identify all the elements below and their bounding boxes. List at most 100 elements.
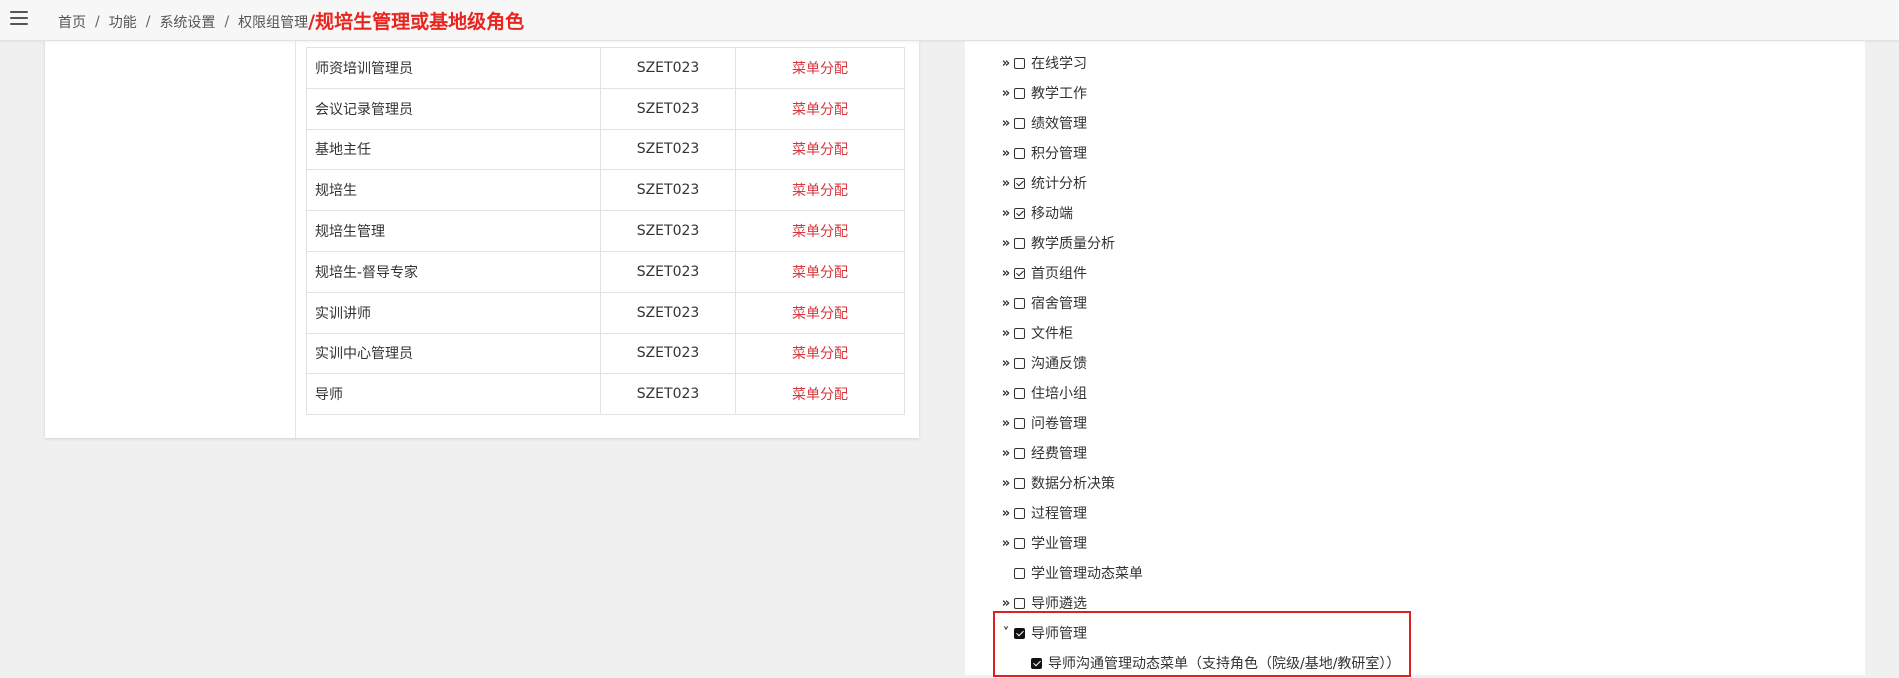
role-code: SZET023 [600,87,736,130]
role-action-cell: 菜单分配 [735,87,905,130]
breadcrumb-separator: / [145,13,151,30]
highlight-box [993,611,1411,677]
expand-right-icon[interactable]: » [1000,446,1012,461]
tree-node-label[interactable]: 导师遴选 [1031,593,1087,613]
tree-node-label[interactable]: 在线学习 [1031,53,1087,73]
expand-right-icon[interactable]: » [1000,296,1012,311]
expand-right-icon[interactable]: » [1000,326,1012,341]
table-row: 实训中心管理员 SZET023 菜单分配 [306,332,905,375]
role-action-cell: 菜单分配 [735,373,905,416]
tree-node-label[interactable]: 学业管理 [1031,533,1087,553]
expand-right-icon[interactable]: » [1000,236,1012,251]
expand-right-icon[interactable]: » [1000,506,1012,521]
tree-node-checkbox[interactable] [1014,507,1025,519]
tree-node-label[interactable]: 住培小组 [1031,383,1087,403]
tree-node-label[interactable]: 教学工作 [1031,83,1087,103]
expand-right-icon[interactable]: » [1000,56,1012,71]
breadcrumb-separator: / [95,13,100,30]
tree-node-label[interactable]: 宿舍管理 [1031,293,1087,313]
table-row: 会议记录管理员 SZET023 菜单分配 [306,87,905,130]
menu-assign-link[interactable]: 菜单分配 [792,142,848,158]
role-name: 规培生-督导专家 [306,250,601,293]
tree-node-label[interactable]: 首页组件 [1031,263,1087,283]
tree-node-checkbox[interactable] [1014,147,1025,159]
tree-node-checkbox[interactable] [1014,207,1025,219]
table-row: 导师 SZET023 菜单分配 [306,373,905,416]
tree-node: » 首页组件 [1000,258,1400,288]
breadcrumb-permission-group[interactable]: 权限组管理 [238,12,308,32]
tree-node-checkbox[interactable] [1014,537,1025,549]
role-action-cell: 菜单分配 [735,128,905,171]
tree-node-checkbox[interactable] [1014,177,1025,189]
expand-right-icon[interactable]: » [1000,356,1012,371]
tree-node-checkbox[interactable] [1014,597,1025,609]
tree-node-checkbox[interactable] [1014,297,1025,309]
tree-node-label[interactable]: 绩效管理 [1031,113,1087,133]
tree-node-checkbox[interactable] [1014,57,1025,69]
tree-node: » 学业管理 [1000,528,1400,558]
tree-node-label[interactable]: 数据分析决策 [1031,473,1115,493]
tree-node: » 宿舍管理 [1000,288,1400,318]
tree-node-label[interactable]: 学业管理动态菜单 [1031,563,1143,583]
breadcrumb: 首页 / 功能 / 系统设置 / 权限组管理 /规培生管理或基地级角色 [58,8,524,35]
expand-right-icon[interactable]: » [1000,116,1012,131]
tree-node-checkbox[interactable] [1014,447,1025,459]
tree-node-checkbox[interactable] [1014,357,1025,369]
role-action-cell: 菜单分配 [735,169,905,212]
expand-right-icon[interactable]: » [1000,416,1012,431]
expand-right-icon[interactable]: » [1000,476,1012,491]
tree-node-checkbox[interactable] [1014,237,1025,249]
menu-tree-panel: » 在线学习 » 教学工作 » 绩效管理 » 积分管理 » 统计分析 » 移动端 » 教学质量分析 » 首页组… [965,40,1865,677]
expand-right-icon[interactable]: » [1000,266,1012,281]
expand-right-icon[interactable]: » [1000,206,1012,221]
table-row: 基地主任 SZET023 菜单分配 [306,128,905,171]
menu-assign-link[interactable]: 菜单分配 [792,387,848,403]
expand-right-icon[interactable]: » [1000,386,1012,401]
expand-right-icon[interactable]: » [1000,176,1012,191]
role-action-cell: 菜单分配 [735,291,905,334]
tree-node-label[interactable]: 沟通反馈 [1031,353,1087,373]
hamburger-menu-icon[interactable] [10,11,28,25]
menu-assign-link[interactable]: 菜单分配 [792,265,848,281]
expand-right-icon[interactable]: » [1000,86,1012,101]
tree-node-checkbox[interactable] [1014,87,1025,99]
menu-assign-link[interactable]: 菜单分配 [792,61,848,77]
tree-node-label[interactable]: 统计分析 [1031,173,1087,193]
tree-node-label[interactable]: 过程管理 [1031,503,1087,523]
expand-right-icon[interactable]: » [1000,146,1012,161]
tree-node-label[interactable]: 教学质量分析 [1031,233,1115,253]
tree-node: » 绩效管理 [1000,108,1400,138]
tree-node-checkbox[interactable] [1014,267,1025,279]
table-row: 师资培训管理员 SZET023 菜单分配 [306,47,905,89]
tree-node-label[interactable]: 文件柜 [1031,323,1073,343]
tree-node-checkbox[interactable] [1014,387,1025,399]
role-code: SZET023 [600,210,736,252]
role-action-cell: 菜单分配 [735,332,905,375]
role-name: 师资培训管理员 [306,47,601,89]
breadcrumb-system-settings[interactable]: 系统设置 [159,12,215,32]
tree-node: » 在线学习 [1000,48,1400,78]
expand-right-icon[interactable]: » [1000,536,1012,551]
tree-node-label[interactable]: 移动端 [1031,203,1073,223]
role-name: 导师 [306,373,601,416]
tree-node-label[interactable]: 积分管理 [1031,143,1087,163]
tree-node-label[interactable]: 经费管理 [1031,443,1087,463]
breadcrumb-home[interactable]: 首页 [58,12,86,32]
menu-assign-link[interactable]: 菜单分配 [792,183,848,199]
tree-node-checkbox[interactable] [1014,417,1025,429]
tree-node: »学业管理动态菜单 [1000,558,1400,588]
annotation-text: /规培生管理或基地级角色 [308,11,525,33]
tree-node-checkbox[interactable] [1014,117,1025,129]
menu-assign-link[interactable]: 菜单分配 [792,102,848,118]
tree-node-checkbox[interactable] [1014,567,1025,579]
tree-node: » 过程管理 [1000,498,1400,528]
menu-assign-link[interactable]: 菜单分配 [792,224,848,240]
menu-assign-link[interactable]: 菜单分配 [792,306,848,322]
tree-node-checkbox[interactable] [1014,477,1025,489]
tree-node-label[interactable]: 问卷管理 [1031,413,1087,433]
breadcrumb-function[interactable]: 功能 [109,12,137,32]
menu-assign-link[interactable]: 菜单分配 [792,346,848,362]
tree-node-checkbox[interactable] [1014,327,1025,339]
expand-right-icon[interactable]: » [1000,596,1012,611]
tree-node: » 统计分析 [1000,168,1400,198]
